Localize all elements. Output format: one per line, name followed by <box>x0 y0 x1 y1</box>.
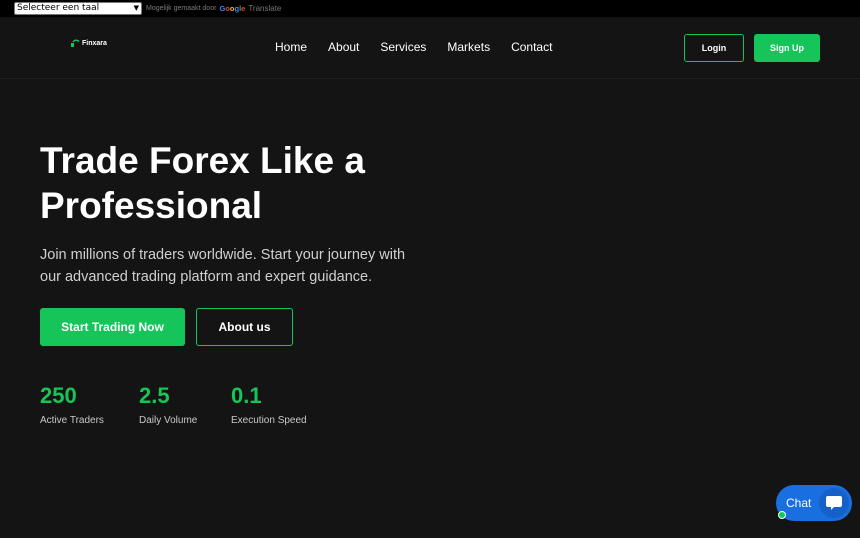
nav-item-markets[interactable]: Markets <box>447 40 490 54</box>
nav-item-contact[interactable]: Contact <box>511 40 552 54</box>
google-logo: Google <box>219 4 246 13</box>
nav-item-about[interactable]: About <box>328 40 359 54</box>
main-nav: Home About Services Markets Contact <box>275 40 552 54</box>
hero-subtitle: Join millions of traders worldwide. Star… <box>40 247 406 285</box>
signup-button[interactable]: Sign Up <box>754 34 820 62</box>
translate-link[interactable]: Translate <box>248 4 281 13</box>
nav-item-home[interactable]: Home <box>275 40 307 54</box>
language-select-value: Selecteer een taal <box>17 3 100 13</box>
chat-bubble-glyph <box>826 496 842 510</box>
stat-active-traders: 250 Active Traders <box>40 383 139 426</box>
chevron-down-icon: ▼ <box>133 4 139 12</box>
online-status-dot <box>778 511 786 519</box>
site-header: Finxara Home About Services Markets Cont… <box>0 17 860 79</box>
stat-value: 250 <box>40 383 77 408</box>
language-select[interactable]: Selecteer een taal ▼ <box>14 2 142 15</box>
nav-item-services[interactable]: Services <box>380 40 426 54</box>
powered-by: Mogelijk gemaakt door Google Translate <box>146 4 281 13</box>
translate-bar: Selecteer een taal ▼ Mogelijk gemaakt do… <box>0 0 860 17</box>
hero-title-line-1: Trade Forex Like a <box>40 140 365 181</box>
hero-title-line-2: Professional <box>40 185 263 226</box>
stat-label: Daily Volume <box>139 415 198 426</box>
start-trading-button[interactable]: Start Trading Now <box>40 308 185 346</box>
about-us-button[interactable]: About us <box>196 308 293 346</box>
chat-label: Chat <box>786 496 812 510</box>
stat-label: Execution Speed <box>231 415 307 426</box>
stat-label: Active Traders <box>40 415 104 426</box>
logo[interactable]: Finxara <box>70 39 107 48</box>
logo-text: Finxara <box>82 40 107 47</box>
chat-bubble-icon <box>819 488 849 518</box>
stat-value: 0.1 <box>231 383 262 408</box>
stat-execution-speed: 0.1 Execution Speed <box>231 383 331 426</box>
stats: 250 Active Traders 2.5 Daily Volume 0.1 … <box>40 383 331 426</box>
hero-title: Trade Forex Like a Professional <box>40 138 460 228</box>
login-button[interactable]: Login <box>684 34 744 62</box>
chat-widget-button[interactable]: Chat <box>776 485 852 521</box>
stat-value: 2.5 <box>139 383 170 408</box>
logo-icon <box>71 39 80 47</box>
powered-by-text: Mogelijk gemaakt door <box>146 5 217 12</box>
stat-daily-volume: 2.5 Daily Volume <box>139 383 231 426</box>
